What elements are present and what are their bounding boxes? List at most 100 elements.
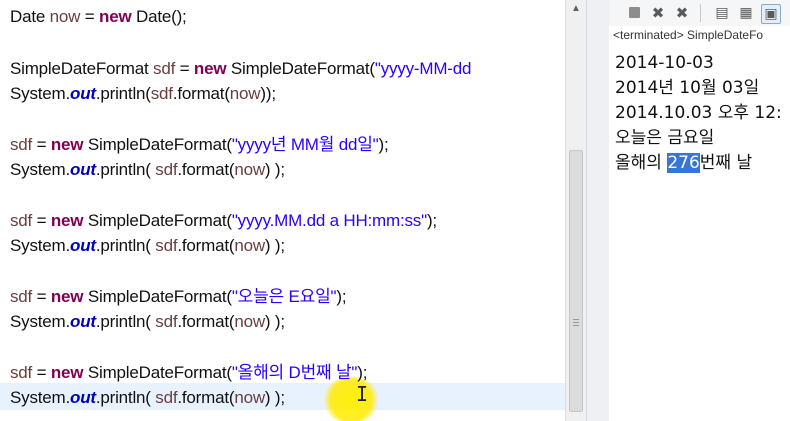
code-token: ) );: [264, 388, 285, 407]
scroll-lock-icon[interactable]: ▦: [737, 4, 755, 22]
code-line[interactable]: System.out.println( sdf.format(now) );: [10, 386, 285, 410]
code-token: ) );: [264, 160, 285, 179]
clear-console-icon[interactable]: ▤: [713, 4, 731, 22]
console-line: 오늘은 금요일: [615, 128, 715, 148]
toolbar-separator: [700, 4, 701, 22]
code-token: "yyyy.MM.dd a HH:mm:ss": [231, 211, 427, 230]
code-token: SimpleDateFormat(: [83, 211, 232, 230]
code-token: =: [175, 59, 194, 78]
code-token: );: [357, 363, 368, 382]
code-token: SimpleDateFormat(: [83, 287, 232, 306]
code-token: now: [234, 312, 265, 331]
code-token: SimpleDateFormat(: [83, 135, 232, 154]
code-token: .println(: [95, 236, 156, 255]
code-token: ) );: [264, 312, 285, 331]
code-token: sdf: [10, 211, 33, 230]
code-token: =: [32, 287, 51, 306]
code-line[interactable]: sdf = new SimpleDateFormat("올해의 D번째 날");: [10, 361, 367, 385]
console-line: 2014-10-03: [615, 53, 714, 73]
code-token: System.: [10, 236, 71, 255]
code-token: .format(: [177, 236, 235, 255]
code-line[interactable]: System.out.println( sdf.format(now) );: [10, 310, 285, 334]
code-token: SimpleDateFormat: [10, 59, 154, 78]
editor-vertical-scrollbar[interactable]: ▲: [565, 0, 586, 421]
code-token: sdf: [10, 287, 33, 306]
code-token: SimpleDateFormat(: [226, 59, 375, 78]
stop-icon[interactable]: [625, 4, 643, 22]
code-token: out: [70, 236, 96, 255]
code-token: "올해의 D번째 날": [231, 363, 358, 382]
code-token: System.: [10, 388, 71, 407]
code-token: .println(: [95, 84, 151, 103]
code-line[interactable]: SimpleDateFormat sdf = new SimpleDateFor…: [10, 57, 471, 81]
code-token: System.: [10, 312, 71, 331]
code-line[interactable]: System.out.println(sdf.format(now));: [10, 82, 276, 106]
code-editor[interactable]: Date now = new Date(); SimpleDateFormat s…: [0, 0, 565, 421]
code-token: out: [70, 312, 96, 331]
code-token: );: [336, 287, 347, 306]
code-line[interactable]: sdf = new SimpleDateFormat("오늘은 E요일");: [10, 285, 347, 309]
code-token: now: [49, 7, 81, 26]
console-line: 2014년 10월 03일: [615, 78, 760, 98]
code-token: sdf: [10, 135, 33, 154]
code-token: =: [80, 7, 100, 26]
code-line[interactable]: System.out.println( sdf.format(now) );: [10, 158, 285, 182]
code-token: =: [32, 135, 51, 154]
grip-line: [573, 319, 579, 320]
code-token: new: [50, 287, 84, 306]
ibeam-cursor-icon: I: [356, 382, 369, 406]
code-token: new: [99, 7, 132, 26]
console-text: 올해의: [615, 153, 668, 173]
code-token: =: [32, 363, 51, 382]
code-line[interactable]: System.out.println( sdf.format(now) );: [10, 234, 285, 258]
pin-console-icon[interactable]: ▣: [761, 4, 781, 24]
code-token: sdf: [155, 236, 178, 255]
console-text: 번째 날: [699, 153, 753, 173]
code-token: ) );: [264, 236, 285, 255]
view-divider[interactable]: [586, 0, 610, 421]
code-line[interactable]: Date now = new Date();: [10, 5, 187, 29]
code-token: new: [50, 363, 84, 382]
code-token: .format(: [172, 84, 230, 103]
code-token: new: [50, 135, 84, 154]
console-view: ✖ ✖ ▤ ▦ ▣ <terminated> SimpleDateFo 2014…: [609, 0, 790, 421]
code-token: sdf: [10, 363, 33, 382]
code-token: .format(: [177, 160, 235, 179]
scroll-up-arrow-icon[interactable]: ▲: [566, 0, 586, 18]
code-token: .println(: [95, 160, 156, 179]
console-line: 2014.10.03 오후 12:: [615, 103, 782, 123]
selected-text: 276: [667, 153, 700, 173]
code-token: Date: [10, 7, 50, 26]
code-token: now: [234, 236, 265, 255]
code-line[interactable]: sdf = new SimpleDateFormat("yyyy.MM.dd a…: [10, 209, 437, 233]
code-token: ));: [260, 84, 276, 103]
remove-all-terminated-icon[interactable]: ✖: [673, 4, 691, 22]
remove-launch-icon[interactable]: ✖: [649, 4, 667, 22]
code-token: sdf: [155, 312, 178, 331]
code-token: sdf: [153, 59, 176, 78]
code-line[interactable]: sdf = new SimpleDateFormat("yyyy년 MM월 dd…: [10, 133, 389, 157]
code-token: now: [234, 160, 265, 179]
code-token: "yyyy년 MM월 dd일": [231, 135, 379, 154]
code-token: .println(: [95, 388, 156, 407]
code-token: now: [229, 84, 261, 103]
scrollbar-thumb[interactable]: [569, 150, 583, 412]
console-line: 올해의 276번째 날: [615, 150, 752, 176]
console-toolbar: ✖ ✖ ▤ ▦ ▣: [609, 0, 790, 26]
code-token: Date();: [131, 7, 187, 26]
code-token: out: [70, 84, 96, 103]
code-token: SimpleDateFormat(: [83, 363, 232, 382]
terminated-label: <terminated> SimpleDateFo: [613, 28, 764, 42]
code-token: sdf: [155, 388, 178, 407]
code-token: out: [70, 388, 96, 407]
code-token: System.: [10, 160, 71, 179]
code-token: );: [426, 211, 437, 230]
code-token: .format(: [177, 388, 235, 407]
code-token: "yyyy-MM-dd: [374, 59, 472, 78]
code-token: .println(: [95, 312, 156, 331]
code-token: new: [50, 211, 84, 230]
code-token: "오늘은 E요일": [231, 287, 337, 306]
code-token: out: [70, 160, 96, 179]
code-token: now: [234, 388, 265, 407]
code-token: =: [32, 211, 51, 230]
